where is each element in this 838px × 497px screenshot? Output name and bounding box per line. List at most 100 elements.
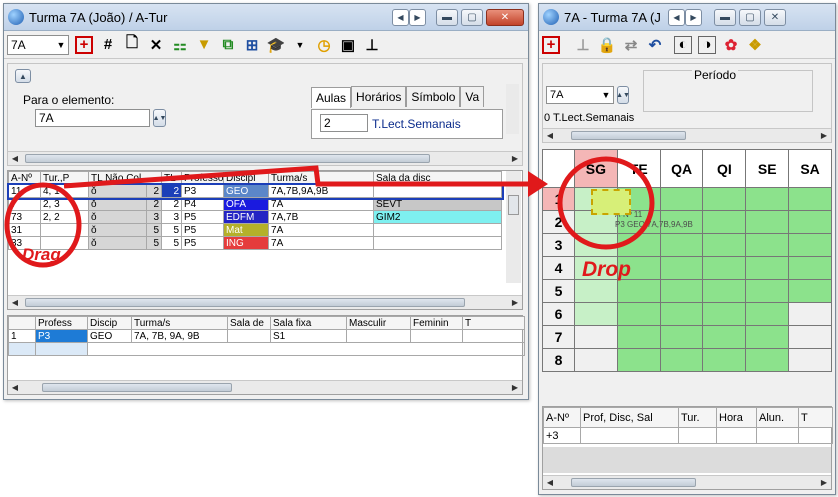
- vscroll-thumb[interactable]: [508, 195, 519, 215]
- table-row[interactable]: 33 ǒ 5 5 P5 ING 7A: [8, 236, 503, 250]
- tab-aulas[interactable]: Aulas: [311, 87, 352, 108]
- timetable-slot[interactable]: [745, 348, 790, 372]
- period-header[interactable]: 4: [542, 256, 575, 280]
- timetable-slot[interactable]: [702, 325, 747, 349]
- timetable-slot[interactable]: [616, 325, 661, 349]
- col-header-t[interactable]: T: [798, 407, 833, 428]
- table-row[interactable]: 11 4, 1 ǒ 2 2 P3 GEO 7A,7B,9A,9B: [6, 182, 504, 200]
- timetable-slot[interactable]: [788, 233, 832, 257]
- scroll-left-icon[interactable]: ◀: [543, 478, 557, 487]
- timetable-slot[interactable]: [574, 325, 618, 349]
- col-header-hora[interactable]: Hora: [716, 407, 757, 428]
- timetable-slot[interactable]: [659, 187, 704, 211]
- period-header[interactable]: 6: [542, 302, 575, 326]
- timetable-slot[interactable]: [745, 256, 790, 280]
- table-row[interactable]: +3: [543, 427, 833, 444]
- hscroll-thumb[interactable]: [571, 478, 696, 487]
- scroll-left-icon[interactable]: ◀: [543, 131, 557, 140]
- timetable-slot[interactable]: [788, 348, 832, 372]
- timetable-slot[interactable]: [788, 256, 832, 280]
- col-header-profess[interactable]: Profess: [35, 316, 88, 330]
- period-header[interactable]: 2: [542, 210, 575, 234]
- col-header-ano[interactable]: A-Nº: [8, 171, 41, 185]
- timetable-slot[interactable]: [616, 302, 661, 326]
- timetable-slot[interactable]: [574, 348, 618, 372]
- timetable-slot[interactable]: [745, 302, 790, 326]
- crosshair-icon[interactable]: +: [542, 35, 560, 54]
- detail-hscroll[interactable]: ◀ ▶: [8, 151, 522, 165]
- split-icon[interactable]: ⚏: [171, 36, 189, 54]
- calendar-icon[interactable]: ▣: [339, 36, 357, 54]
- maximize-button[interactable]: ▢: [739, 8, 761, 26]
- pin-icon[interactable]: ⊥: [363, 36, 381, 54]
- scroll-left-icon[interactable]: ◀: [8, 154, 22, 163]
- col-header-turma[interactable]: Tur.,P: [40, 171, 89, 185]
- col-header-turmas[interactable]: Turma/s: [268, 171, 375, 185]
- period-header[interactable]: 1: [542, 187, 575, 211]
- timetable-window-titlebar[interactable]: 7A - Turma 7A (J ◀ ▶ ▬ ▢ ✕: [539, 4, 835, 31]
- grid-icon[interactable]: #: [99, 36, 117, 54]
- class-select[interactable]: 7A ▼: [546, 86, 614, 104]
- col-header-sala-fixa[interactable]: Sala fixa: [270, 316, 347, 330]
- tab-horarios[interactable]: Horários: [351, 86, 407, 107]
- timetable-slot[interactable]: [616, 233, 661, 257]
- minimize-button[interactable]: ▬: [436, 8, 458, 26]
- copy-icon[interactable]: ⧉: [219, 36, 237, 54]
- scroll-left-icon[interactable]: ◀: [8, 383, 22, 392]
- table-row[interactable]: 7 2, 3 ǒ 2 2 P4 OFA 7A SEVT: [8, 197, 503, 211]
- timetable-slot[interactable]: [702, 210, 747, 234]
- filter-icon[interactable]: ▼: [195, 36, 213, 54]
- class-select[interactable]: 7A ▼: [7, 34, 69, 55]
- view-toggle-icon[interactable]: ◐: [674, 35, 692, 54]
- day-header[interactable]: TE: [616, 149, 661, 188]
- optimize-icon[interactable]: ✿: [722, 36, 740, 54]
- close-button[interactable]: ✕: [486, 8, 524, 26]
- col-header-turmas[interactable]: Turma/s: [131, 316, 228, 330]
- col-header-masculino[interactable]: Masculir: [346, 316, 411, 330]
- timetable-slot[interactable]: [745, 233, 790, 257]
- unscheduled-hscroll[interactable]: ◀ ▶: [543, 475, 831, 489]
- hscroll-thumb[interactable]: [571, 131, 686, 140]
- day-header[interactable]: SE: [745, 149, 790, 188]
- timetable-slot[interactable]: [745, 325, 790, 349]
- timetable-slot[interactable]: [659, 233, 704, 257]
- col-header-feminino[interactable]: Feminin: [410, 316, 463, 330]
- new-document-icon[interactable]: 🗋: [123, 34, 141, 54]
- period-header[interactable]: 3: [542, 233, 575, 257]
- couple-icon[interactable]: ⊞: [243, 36, 261, 54]
- lock-icon[interactable]: 🔒: [598, 36, 617, 54]
- element-spinner[interactable]: ▲▼: [153, 109, 166, 127]
- class-spinner[interactable]: ▲▼: [616, 86, 630, 104]
- undo-icon[interactable]: ↶: [646, 36, 664, 54]
- clock-icon[interactable]: ◷: [315, 36, 333, 54]
- day-header[interactable]: SG: [574, 149, 618, 188]
- crosshair-icon[interactable]: +: [75, 35, 93, 54]
- timetable-slot[interactable]: [788, 302, 832, 326]
- timetable-slot[interactable]: [659, 256, 704, 280]
- scroll-right-icon[interactable]: ▶: [817, 131, 831, 140]
- cell[interactable]: P3: [35, 329, 88, 343]
- weekly-count-field[interactable]: 2: [320, 114, 368, 132]
- timetable-slot[interactable]: [659, 279, 704, 303]
- timetable-slot[interactable]: [788, 325, 832, 349]
- col-header-tl-nao-col[interactable]: TL Não Col.: [87, 171, 163, 185]
- header-hscroll[interactable]: ◀ ▶: [543, 128, 831, 142]
- period-header[interactable]: 5: [542, 279, 575, 303]
- timetable-slot[interactable]: [702, 187, 747, 211]
- table-row[interactable]: 1 P3 GEO 7A, 7B, 9A, 9B S1: [8, 329, 525, 343]
- scroll-right-icon[interactable]: ▶: [817, 478, 831, 487]
- tab-va[interactable]: Va: [460, 86, 485, 107]
- col-header-tur[interactable]: Tur.: [678, 407, 717, 428]
- hscroll-thumb[interactable]: [42, 383, 232, 392]
- table-row[interactable]: 31 ǒ 5 5 P5 Mat 7A: [8, 223, 503, 237]
- timetable-slot[interactable]: [788, 279, 832, 303]
- col-header-professor[interactable]: Professo: [181, 171, 225, 185]
- prev-arrow-icon[interactable]: ◀: [668, 8, 685, 26]
- lessons-vscroll[interactable]: [506, 171, 521, 283]
- hscroll-thumb[interactable]: [25, 298, 465, 307]
- timetable-slot[interactable]: [574, 302, 618, 326]
- timetable-slot[interactable]: [574, 279, 618, 303]
- timetable-slot[interactable]: [702, 279, 747, 303]
- scroll-right-icon[interactable]: ▶: [508, 154, 522, 163]
- timetable-slot[interactable]: [745, 279, 790, 303]
